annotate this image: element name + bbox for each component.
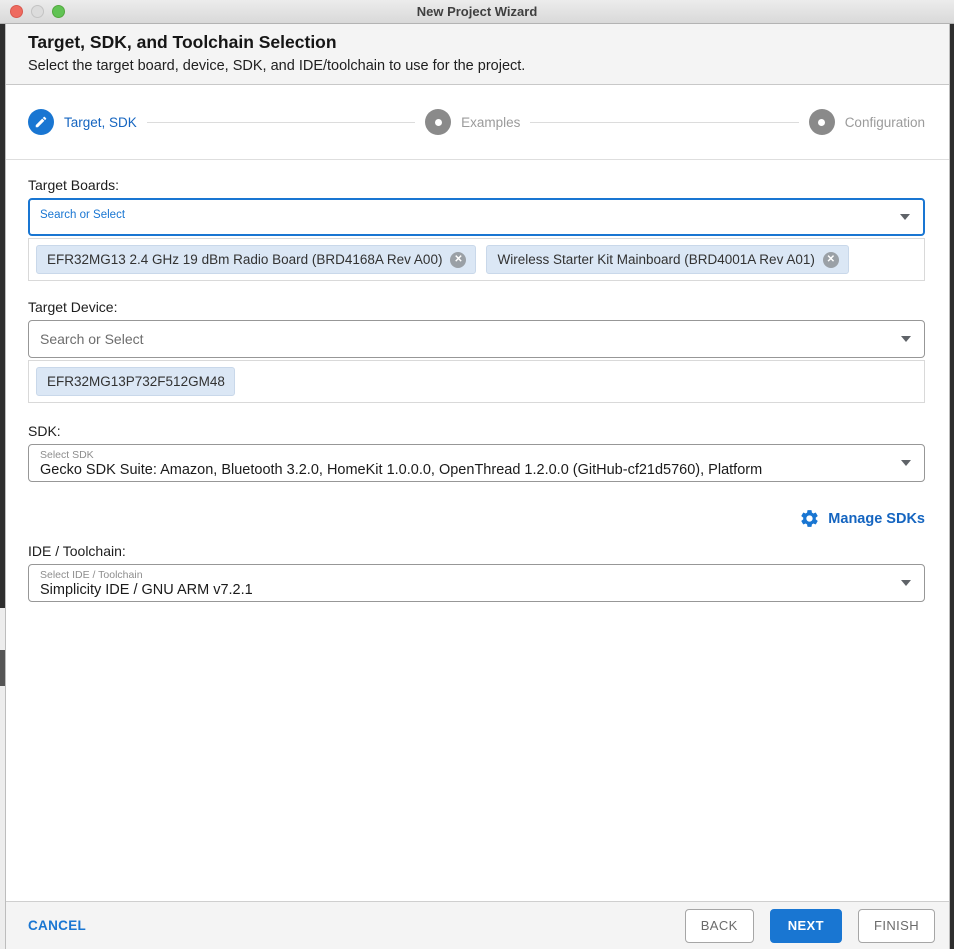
back-button[interactable]: BACK bbox=[684, 908, 754, 943]
page-subtitle: Select the target board, device, SDK, an… bbox=[28, 58, 526, 74]
chip-remove-icon[interactable]: ✕ bbox=[450, 251, 467, 268]
step-dot-icon bbox=[808, 109, 835, 135]
chip-remove-icon[interactable]: ✕ bbox=[822, 251, 839, 268]
edit-icon bbox=[28, 109, 54, 135]
ide-selected-value: Simplicity IDE / GNU ARM v7.2.1 bbox=[40, 581, 253, 598]
search-placeholder: Search or Select bbox=[40, 331, 144, 347]
sdk-select-caption: Select SDK bbox=[40, 448, 94, 461]
chevron-down-icon[interactable] bbox=[901, 580, 911, 586]
search-placeholder: Search or Select bbox=[40, 209, 126, 221]
sdk-selected-value: Gecko SDK Suite: Amazon, Bluetooth 3.2.0… bbox=[40, 461, 763, 478]
new-project-wizard-dialog: Target, SDK, and Toolchain Selection Sel… bbox=[5, 24, 950, 949]
ide-select-caption: Select IDE / Toolchain bbox=[40, 568, 143, 581]
manage-sdks-link[interactable]: Manage SDKs bbox=[828, 511, 925, 527]
target-device-chips: EFR32MG13P732F512GM48 bbox=[28, 360, 925, 403]
sdk-select[interactable]: Select SDK Gecko SDK Suite: Amazon, Blue… bbox=[28, 444, 925, 482]
chip-label: EFR32MG13 2.4 GHz 19 dBm Radio Board (BR… bbox=[47, 252, 443, 267]
step-label: Examples bbox=[461, 114, 521, 130]
cancel-button[interactable]: CANCEL bbox=[28, 918, 86, 933]
ide-toolchain-select[interactable]: Select IDE / Toolchain Simplicity IDE / … bbox=[28, 564, 925, 602]
stepper-connector bbox=[530, 121, 799, 123]
wizard-footer: CANCEL BACK NEXT FINISH bbox=[6, 901, 949, 949]
target-boards-label: Target Boards: bbox=[28, 177, 120, 193]
manage-sdks-row: Manage SDKs bbox=[28, 508, 925, 529]
stepper-connector bbox=[146, 121, 416, 123]
step-target-sdk[interactable]: Target, SDK bbox=[28, 109, 137, 135]
step-dot-icon bbox=[425, 109, 452, 135]
finish-button[interactable]: FINISH bbox=[857, 908, 935, 943]
gear-icon[interactable] bbox=[799, 508, 820, 529]
chevron-down-icon[interactable] bbox=[901, 460, 911, 466]
page-title: Target, SDK, and Toolchain Selection bbox=[28, 32, 337, 52]
chip-label: Wireless Starter Kit Mainboard (BRD4001A… bbox=[497, 252, 815, 267]
chevron-down-icon[interactable] bbox=[900, 214, 910, 220]
chip-label: EFR32MG13P732F512GM48 bbox=[47, 374, 225, 389]
sdk-label: SDK: bbox=[28, 423, 61, 439]
step-examples[interactable]: Examples bbox=[425, 109, 520, 135]
chevron-down-icon[interactable] bbox=[901, 336, 911, 342]
selection-chip: EFR32MG13 2.4 GHz 19 dBm Radio Board (BR… bbox=[36, 245, 477, 274]
window-titlebar: New Project Wizard bbox=[0, 0, 954, 24]
next-button[interactable]: NEXT bbox=[769, 908, 842, 943]
selection-chip: Wireless Starter Kit Mainboard (BRD4001A… bbox=[486, 245, 849, 274]
step-label: Target, SDK bbox=[64, 114, 137, 130]
wizard-stepper: Target, SDK Examples Configuration bbox=[6, 85, 949, 160]
target-device-label: Target Device: bbox=[28, 299, 118, 315]
target-device-search-input[interactable]: Search or Select bbox=[28, 320, 925, 358]
target-boards-chips: EFR32MG13 2.4 GHz 19 dBm Radio Board (BR… bbox=[28, 238, 925, 281]
target-boards-search-input[interactable]: Search or Select bbox=[28, 198, 925, 236]
selection-chip: EFR32MG13P732F512GM48 bbox=[36, 367, 235, 396]
ide-toolchain-label: IDE / Toolchain: bbox=[28, 543, 126, 559]
step-configuration[interactable]: Configuration bbox=[808, 109, 925, 135]
window-title: New Project Wizard bbox=[416, 4, 538, 19]
wizard-header: Target, SDK, and Toolchain Selection Sel… bbox=[6, 24, 949, 85]
wizard-content: Target Boards: Search or Select EFR32MG1… bbox=[6, 160, 949, 901]
step-label: Configuration bbox=[844, 114, 925, 130]
